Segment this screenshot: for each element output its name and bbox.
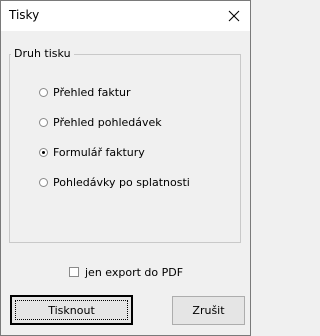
window-title: Tisky: [9, 8, 40, 22]
close-button[interactable]: [222, 4, 246, 28]
focus-ring: [15, 300, 128, 320]
radio-invoice-overview[interactable]: Přehled faktur: [39, 84, 131, 100]
close-icon: [228, 10, 240, 22]
cancel-button[interactable]: Zrušit: [172, 296, 245, 325]
title-bar: Tisky: [1, 1, 250, 31]
print-button[interactable]: Tisknout: [10, 295, 133, 325]
export-pdf-checkbox[interactable]: [69, 267, 79, 277]
export-pdf-label: jen export do PDF: [85, 265, 184, 279]
radio-label: Přehled pohledávek: [53, 115, 162, 129]
radio-button-checked[interactable]: [39, 147, 48, 157]
dialog-window: Tisky Druh tisku Přehled faktur Přehled …: [0, 0, 251, 336]
radio-button[interactable]: [39, 177, 48, 187]
radio-overdue-receivables[interactable]: Pohledávky po splatnosti: [39, 174, 190, 190]
export-pdf-option[interactable]: jen export do PDF: [69, 264, 183, 280]
radio-receivables-overview[interactable]: Přehled pohledávek: [39, 114, 162, 130]
radio-button[interactable]: [39, 87, 48, 97]
radio-button[interactable]: [39, 117, 48, 127]
radio-invoice-form[interactable]: Formulář faktury: [39, 144, 145, 160]
print-type-legend: Druh tisku: [11, 47, 74, 60]
cancel-button-label: Zrušit: [192, 304, 225, 317]
radio-label: Pohledávky po splatnosti: [53, 175, 190, 189]
radio-label: Přehled faktur: [53, 85, 131, 99]
radio-label: Formulář faktury: [53, 145, 145, 159]
